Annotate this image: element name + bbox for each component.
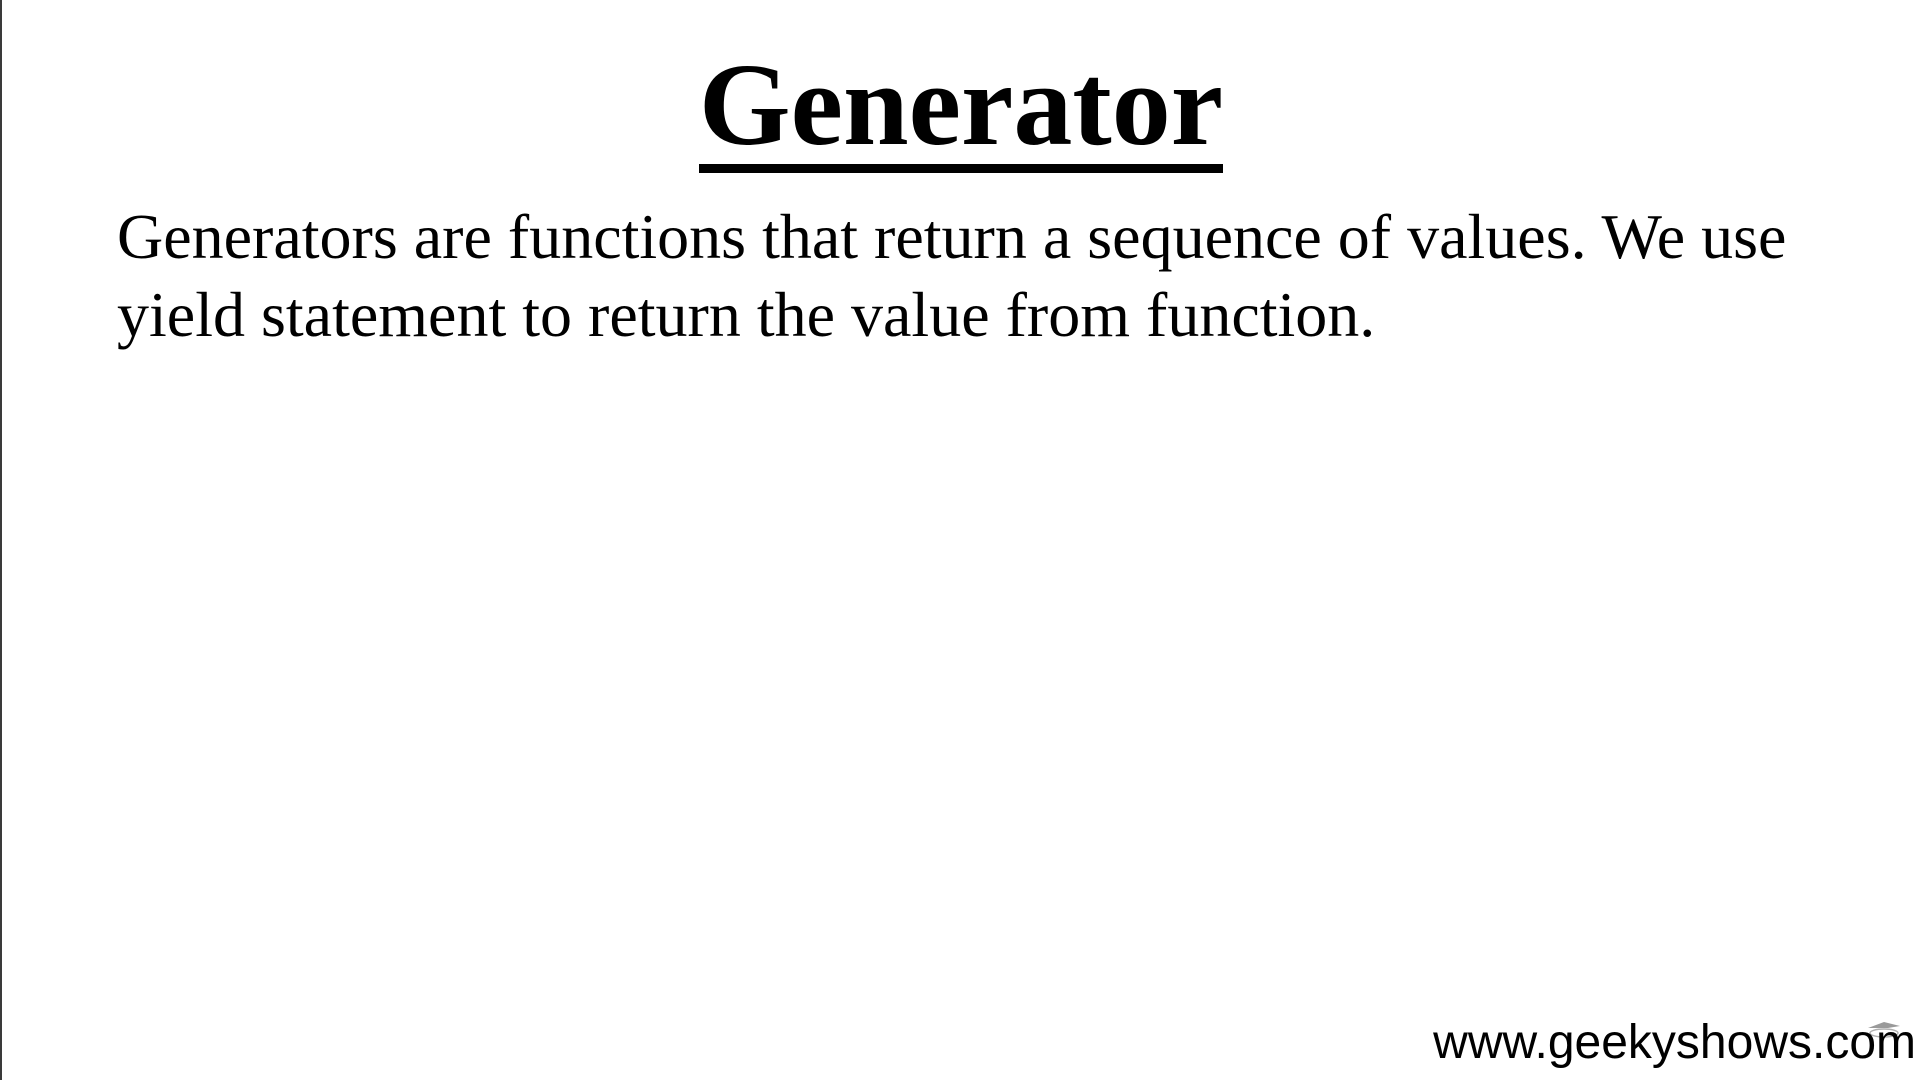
slide-body-text: Generators are functions that return a s… <box>117 201 1787 350</box>
slide-title: Generator <box>2 40 1920 173</box>
slide: Generator Generators are functions that … <box>0 0 1920 1080</box>
slide-title-text: Generator <box>698 46 1224 173</box>
footer-website-url: www.geekyshows.com <box>1433 1016 1916 1069</box>
